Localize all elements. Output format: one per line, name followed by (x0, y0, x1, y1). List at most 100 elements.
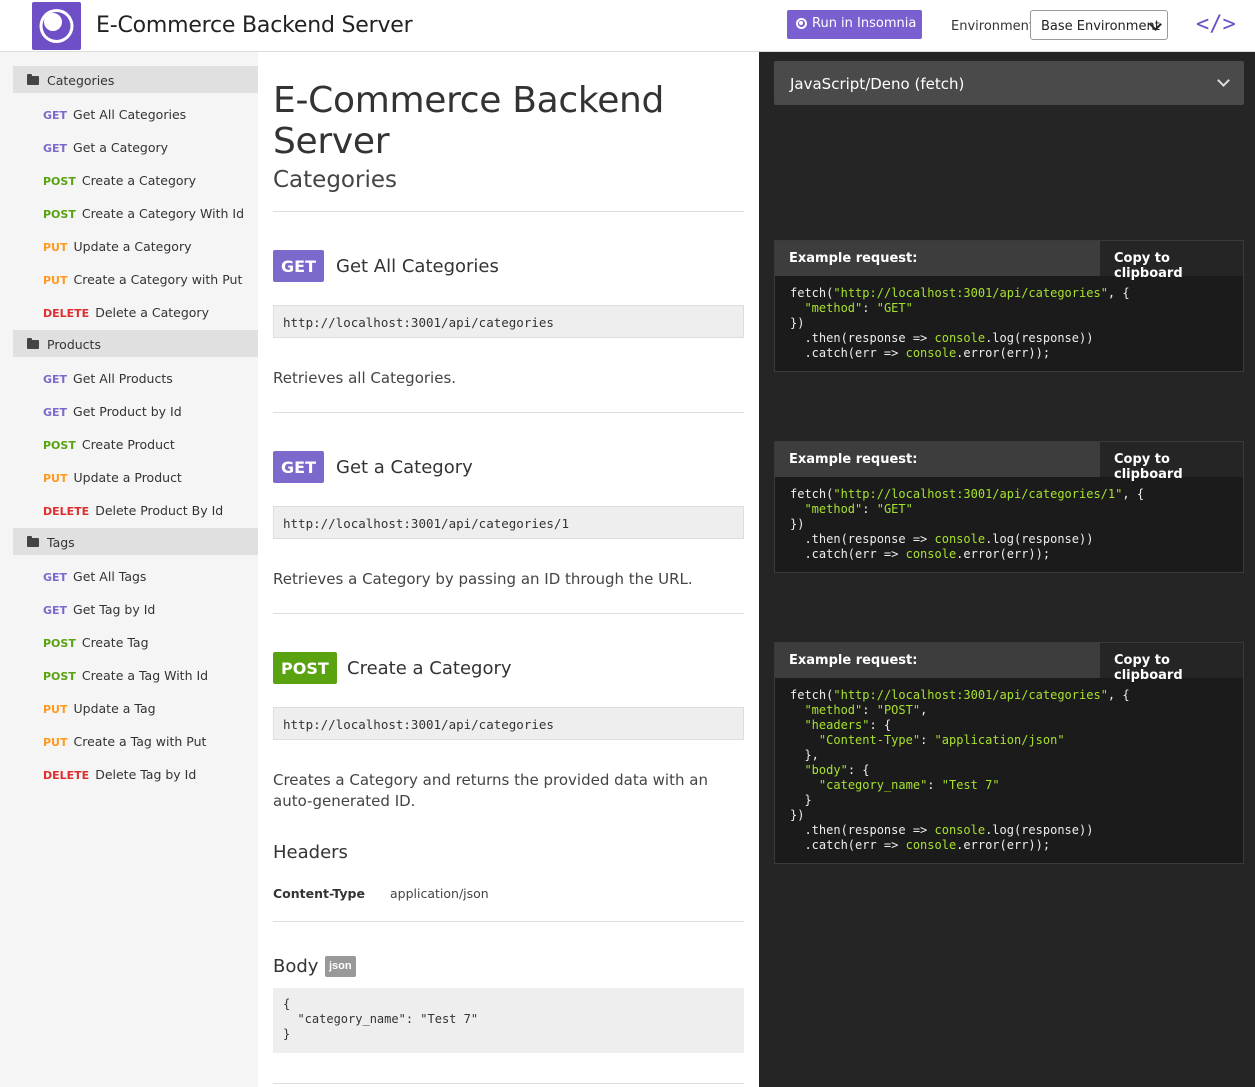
code-string: "Content-Type" (818, 733, 921, 747)
sidebar-item[interactable]: GET Get All Products (43, 371, 173, 386)
sidebar-folder-tags[interactable]: Tags (13, 528, 258, 555)
item-label: Delete Tag by Id (95, 767, 197, 782)
sidebar-folder-categories[interactable]: Categories (13, 66, 258, 93)
code-string: "Test 7" (941, 778, 1000, 792)
code-string: "http://localhost:3001/api/categories/1" (833, 487, 1123, 501)
sidebar-item[interactable]: PUT Update a Tag (43, 701, 156, 716)
item-label: Delete a Category (95, 305, 209, 320)
sidebar-item[interactable]: PUT Create a Tag with Put (43, 734, 206, 749)
code-string: console (934, 331, 986, 345)
sidebar-item[interactable]: GET Get All Tags (43, 569, 146, 584)
code-string: "category_name" (818, 778, 928, 792)
code-panel: JavaScript/Deno (fetch) Example request:… (759, 52, 1255, 1087)
method-badge: GET (273, 250, 324, 282)
sidebar-item[interactable]: PUT Update a Category (43, 239, 191, 254)
sidebar-item[interactable]: POST Create a Category With Id (43, 206, 244, 221)
code-string: console (905, 547, 957, 561)
sidebar-item[interactable]: PUT Create a Category with Put (43, 272, 242, 287)
method-badge: POST (273, 652, 337, 684)
method-label: PUT (43, 703, 68, 716)
method-label: PUT (43, 241, 68, 254)
sidebar-item[interactable]: PUT Update a Product (43, 470, 182, 485)
item-label: Update a Tag (73, 701, 156, 716)
method-label: POST (43, 175, 76, 188)
method-label: POST (43, 439, 76, 452)
code-string: "body" (804, 763, 848, 777)
sidebar-item[interactable]: POST Create Product (43, 437, 175, 452)
json-tag: json (325, 956, 356, 977)
example-request-box: Example request: Copy to clipboard fetch… (774, 441, 1244, 573)
sidebar-item[interactable]: GET Get Tag by Id (43, 602, 155, 617)
code-string: "GET" (876, 502, 913, 516)
item-label: Update a Product (73, 470, 182, 485)
example-code: fetch("http://localhost:3001/api/categor… (790, 487, 1145, 561)
request-description: Creates a Category and returns the provi… (273, 771, 708, 810)
sidebar-item[interactable]: GET Get a Category (43, 140, 168, 155)
sidebar-item[interactable]: GET Get All Categories (43, 107, 186, 122)
sidebar-folder-products[interactable]: Products (13, 330, 258, 357)
method-label: POST (43, 637, 76, 650)
code-toggle-icon[interactable]: </> (1196, 12, 1236, 40)
item-label: Update a Category (73, 239, 192, 254)
sidebar-item[interactable]: POST Create a Tag With Id (43, 668, 208, 683)
sidebar-item[interactable]: POST Create a Category (43, 173, 196, 188)
method-label: GET (43, 109, 68, 122)
code-string: console (934, 823, 986, 837)
divider (273, 921, 744, 922)
section-title: Categories (273, 167, 397, 193)
example-header: Example request: Copy to clipboard (775, 442, 1243, 482)
request-description: Retrieves a Category by passing an ID th… (273, 570, 693, 588)
example-header: Example request: Copy to clipboard (775, 241, 1243, 281)
example-label: Example request: (789, 452, 918, 467)
sidebar-item[interactable]: DELETE Delete Tag by Id (43, 767, 196, 782)
sidebar-item[interactable]: GET Get Product by Id (43, 404, 182, 419)
item-label: Create a Tag With Id (81, 668, 209, 683)
language-select[interactable]: JavaScript/Deno (fetch) (774, 61, 1244, 105)
divider (273, 211, 744, 212)
body-title: Body (273, 956, 319, 977)
item-label: Get All Categories (73, 107, 187, 122)
item-label: Get Product by Id (73, 404, 182, 419)
environment-select[interactable]: Base Environment (1030, 10, 1168, 40)
code-string: "GET" (876, 301, 913, 315)
item-label: Create a Category (81, 173, 197, 188)
run-button-label: Run in Insomnia (812, 16, 917, 31)
code-string: console (905, 346, 957, 360)
sidebar-item[interactable]: DELETE Delete Product By Id (43, 503, 223, 518)
environment-label: Environment: (951, 19, 1039, 34)
copy-to-clipboard-button[interactable]: Copy to clipboard (1100, 241, 1243, 281)
sidebar-item[interactable]: DELETE Delete a Category (43, 305, 209, 320)
folder-open-icon (27, 74, 39, 85)
code-string: "application/json" (934, 733, 1065, 747)
copy-to-clipboard-button[interactable]: Copy to clipboard (1100, 643, 1243, 683)
top-header: E-Commerce Backend Server Run in Insomni… (0, 0, 1255, 52)
copy-to-clipboard-button[interactable]: Copy to clipboard (1100, 442, 1243, 482)
method-label: PUT (43, 274, 68, 287)
code-string: console (934, 532, 986, 546)
item-label: Get All Products (73, 371, 173, 386)
example-label: Example request: (789, 653, 918, 668)
method-label: DELETE (43, 505, 90, 518)
method-label: POST (43, 208, 76, 221)
divider (273, 613, 744, 614)
method-label: GET (43, 142, 68, 155)
folder-label: Categories (47, 73, 115, 88)
example-code: fetch("http://localhost:3001/api/categor… (790, 688, 1130, 852)
item-label: Get Tag by Id (73, 602, 156, 617)
code-string: "method" (804, 703, 863, 717)
insomnia-icon (796, 18, 807, 29)
method-label: PUT (43, 472, 68, 485)
item-label: Get a Category (73, 140, 169, 155)
request-body: { "category_name": "Test 7" } (273, 988, 744, 1053)
method-badge: GET (273, 451, 324, 483)
example-label: Example request: (789, 251, 918, 266)
example-header: Example request: Copy to clipboard (775, 643, 1243, 683)
example-request-box: Example request: Copy to clipboard fetch… (774, 240, 1244, 372)
request-url: http://localhost:3001/api/categories (273, 305, 744, 338)
code-string: console (905, 838, 957, 852)
method-label: DELETE (43, 307, 90, 320)
sidebar-item[interactable]: POST Create Tag (43, 635, 149, 650)
chevron-down-icon (1217, 74, 1230, 87)
run-in-insomnia-button[interactable]: Run in Insomnia (787, 10, 922, 39)
code-string: "method" (804, 301, 863, 315)
